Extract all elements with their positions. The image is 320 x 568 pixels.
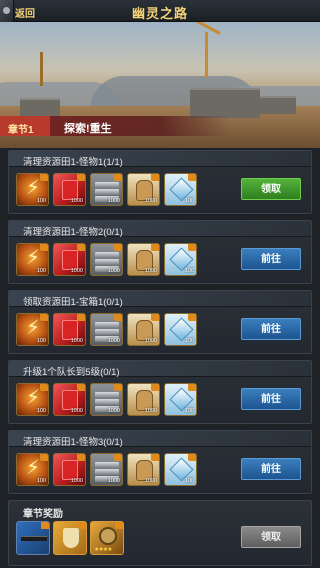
energy-icon[interactable]: ⚡ 100 xyxy=(16,243,49,276)
reward-amount: 100 xyxy=(184,338,194,344)
task-header: 升级1个队长到5级(0/1) xyxy=(9,361,311,378)
reward-amount: 1000 xyxy=(70,478,83,484)
claim-button[interactable]: 领取 xyxy=(241,178,301,200)
steel-bars-icon[interactable]: 1000 xyxy=(90,383,123,416)
go-button[interactable]: 前往 xyxy=(241,318,301,340)
reward-amount: 100 xyxy=(36,478,46,484)
reward-amount: 1000 xyxy=(144,268,157,274)
reward-amount: 100 xyxy=(36,408,46,414)
food-sack-icon[interactable]: 1000 xyxy=(127,453,160,486)
steel-bars-icon[interactable]: 1000 xyxy=(90,313,123,346)
fuel-can-icon[interactable]: 1000 xyxy=(53,173,86,206)
fuel-can-icon[interactable]: 1000 xyxy=(53,383,86,416)
fuel-can-icon[interactable]: 1000 xyxy=(53,313,86,346)
task-row: 升级1个队长到5级(0/1) ⚡ 100 1000 1000 1000 100 前往 xyxy=(8,360,312,424)
reward-amount: 1000 xyxy=(107,198,120,204)
fuel-can-icon[interactable]: 1000 xyxy=(53,243,86,276)
task-title: 升级1个队长到5级(0/1) xyxy=(23,367,120,378)
task-header: 领取资源田1-宝箱1(0/1) xyxy=(9,291,311,308)
chapter-reward-panel: 章节奖励 ★★★★ 领取 xyxy=(8,500,312,566)
food-sack-icon[interactable]: 1000 xyxy=(127,243,160,276)
page-title: 幽灵之路 xyxy=(131,6,188,21)
star-rating: ★★★★ xyxy=(94,547,112,553)
energy-icon[interactable]: ⚡ 100 xyxy=(16,173,49,206)
go-button[interactable]: 前往 xyxy=(241,458,301,480)
food-sack-icon[interactable]: 1000 xyxy=(127,383,160,416)
food-sack-icon[interactable]: 1000 xyxy=(127,313,160,346)
fuel-can-icon[interactable]: 1000 xyxy=(53,453,86,486)
chapter-reward-claim-button[interactable]: 领取 xyxy=(241,526,301,548)
reward-amount: 1000 xyxy=(144,478,157,484)
chapter-tag: 章节1 xyxy=(0,116,50,136)
reward-amount: 1000 xyxy=(70,338,83,344)
crystal-icon[interactable]: 100 xyxy=(164,173,197,206)
reward-amount: 100 xyxy=(184,268,194,274)
task-row: 清理资源田1-怪物2(0/1) ⚡ 100 1000 1000 1000 100 前往 xyxy=(8,220,312,284)
reward-amount: 1000 xyxy=(70,268,83,274)
task-row: 清理资源田1-怪物1(1/1) ⚡ 100 1000 1000 1000 100 领取 xyxy=(8,150,312,214)
energy-icon[interactable]: ⚡ 100 xyxy=(16,453,49,486)
food-sack-icon[interactable]: 1000 xyxy=(127,173,160,206)
crystal-icon[interactable]: 100 xyxy=(164,383,197,416)
task-title: 领取资源田1-宝箱1(0/1) xyxy=(23,297,123,308)
top-bar: 返回 幽灵之路 xyxy=(0,0,320,22)
task-title: 清理资源田1-怪物3(0/1) xyxy=(23,437,123,448)
reward-amount: 1000 xyxy=(107,408,120,414)
chapter-reward-title: 章节奖励 xyxy=(23,509,63,520)
task-header: 清理资源田1-怪物2(0/1) xyxy=(9,221,311,238)
reward-amount: 100 xyxy=(36,338,46,344)
reward-amount: 100 xyxy=(184,198,194,204)
reward-amount: 1000 xyxy=(107,268,120,274)
steel-bars-icon[interactable]: 1000 xyxy=(90,243,123,276)
task-row: 清理资源田1-怪物3(0/1) ⚡ 100 1000 1000 1000 100 前往 xyxy=(8,430,312,494)
reward-amount: 1000 xyxy=(144,408,157,414)
crystal-icon[interactable]: 100 xyxy=(164,313,197,346)
crystal-icon[interactable]: 100 xyxy=(164,453,197,486)
task-title: 清理资源田1-怪物2(0/1) xyxy=(23,227,123,238)
reward-amount: 100 xyxy=(184,408,194,414)
chapter-name: 探索!重生 xyxy=(64,123,112,135)
reward-amount: 100 xyxy=(36,268,46,274)
emblem-icon[interactable]: ★★★★ xyxy=(90,521,124,555)
task-header: 清理资源田1-怪物1(1/1) xyxy=(9,151,311,168)
reward-amount: 1000 xyxy=(107,478,120,484)
reward-amount: 1000 xyxy=(107,338,120,344)
reward-amount: 1000 xyxy=(70,198,83,204)
task-header: 清理资源田1-怪物3(0/1) xyxy=(9,431,311,448)
go-button[interactable]: 前往 xyxy=(241,248,301,270)
reward-amount: 100 xyxy=(36,198,46,204)
shield-icon[interactable] xyxy=(53,521,87,555)
task-row: 领取资源田1-宝箱1(0/1) ⚡ 100 1000 1000 1000 100 前往 xyxy=(8,290,312,354)
steel-bars-icon[interactable]: 1000 xyxy=(90,173,123,206)
crystal-icon[interactable]: 100 xyxy=(164,243,197,276)
rifle-icon[interactable] xyxy=(16,521,50,555)
chapter-strip: 章节1 探索!重生 xyxy=(0,116,230,136)
reward-amount: 1000 xyxy=(144,198,157,204)
steel-bars-icon[interactable]: 1000 xyxy=(90,453,123,486)
reward-amount: 1000 xyxy=(70,408,83,414)
task-title: 清理资源田1-怪物1(1/1) xyxy=(23,157,123,168)
reward-amount: 1000 xyxy=(144,338,157,344)
reward-amount: 100 xyxy=(184,478,194,484)
energy-icon[interactable]: ⚡ 100 xyxy=(16,313,49,346)
go-button[interactable]: 前往 xyxy=(241,388,301,410)
energy-icon[interactable]: ⚡ 100 xyxy=(16,383,49,416)
